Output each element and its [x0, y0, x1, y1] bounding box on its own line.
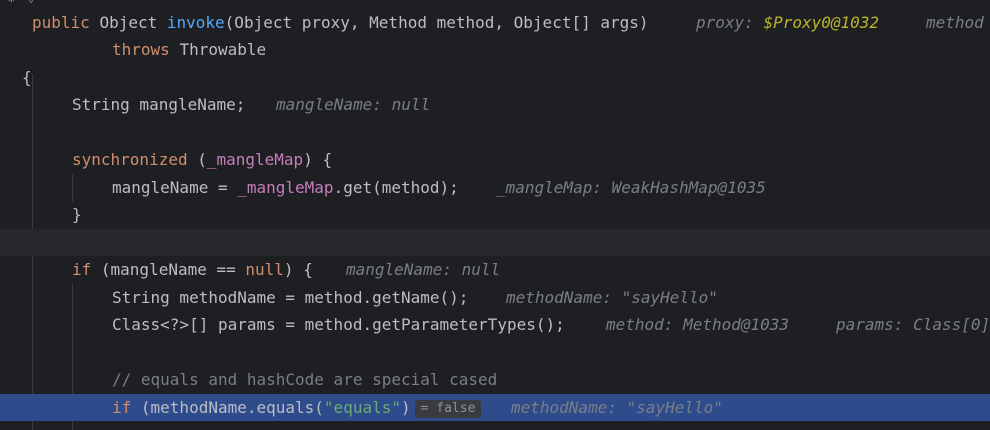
- inline-debug-hint[interactable]: method: Method@1033: [606, 311, 789, 338]
- code-text: synchronized (_mangleMap) {: [72, 150, 333, 169]
- code-line[interactable]: String methodName = method.getName(); me…: [0, 284, 990, 311]
- code-line[interactable]: {: [0, 64, 990, 91]
- debug-gutter-icon[interactable]: ✻: [8, 0, 22, 6]
- code-line[interactable]: String mangleName; mangleName: null: [0, 91, 990, 118]
- inline-debug-hint[interactable]: mangleName: null: [346, 256, 500, 283]
- code-line[interactable]: // equals and hashCode are special cased: [0, 366, 990, 393]
- evaluation-badge[interactable]: = false: [414, 400, 482, 418]
- current-line[interactable]: [0, 229, 990, 256]
- method-signature: public Object invoke(Object proxy, Metho…: [32, 13, 649, 32]
- code-text: if (methodName.equals("equals") = false: [112, 394, 482, 421]
- open-brace: {: [22, 68, 32, 87]
- inline-debug-hint[interactable]: proxy: $Proxy0@1032: [696, 9, 879, 36]
- code-line[interactable]: }: [0, 201, 990, 228]
- code-line[interactable]: synchronized (_mangleMap) {: [0, 146, 990, 173]
- code-line[interactable]: throws Throwable: [0, 36, 990, 63]
- code-line[interactable]: if (mangleName == null) { mangleName: nu…: [0, 256, 990, 283]
- code-text: mangleName = _mangleMap.get(method);: [112, 178, 459, 197]
- inline-debug-hint[interactable]: methodName: "sayHello": [511, 394, 723, 421]
- inline-debug-hint[interactable]: params: Class[0]: [836, 311, 990, 338]
- code-line[interactable]: public Object invoke(Object proxy, Metho…: [0, 9, 990, 36]
- inline-debug-hint[interactable]: mangleName: null: [276, 91, 430, 118]
- fold-chevron-icon[interactable]: ⌄: [28, 0, 34, 5]
- code-comment: // equals and hashCode are special cased: [112, 370, 498, 389]
- code-line[interactable]: mangleName = _mangleMap.get(method); _ma…: [0, 174, 990, 201]
- code-text: String mangleName;: [72, 95, 246, 114]
- method-name-invoke: invoke: [166, 13, 225, 32]
- execution-point-line[interactable]: if (methodName.equals("equals") = false m…: [0, 394, 990, 421]
- close-brace: }: [72, 205, 82, 224]
- code-line[interactable]: Class<?>[] params = method.getParameterT…: [0, 311, 990, 338]
- code-text: Class<?>[] params = method.getParameterT…: [112, 315, 565, 334]
- code-text: String methodName = method.getName();: [112, 288, 469, 307]
- inline-debug-hint[interactable]: method: [926, 9, 984, 36]
- inline-debug-hint[interactable]: methodName: "sayHello": [506, 284, 718, 311]
- code-text: if (mangleName == null) {: [72, 260, 313, 279]
- throws-clause: throws Throwable: [112, 40, 267, 59]
- inline-debug-hint[interactable]: _mangleMap: WeakHashMap@1035: [496, 174, 766, 201]
- code-editor[interactable]: ✻ ⌄ public Object invoke(Object proxy, M…: [0, 0, 990, 430]
